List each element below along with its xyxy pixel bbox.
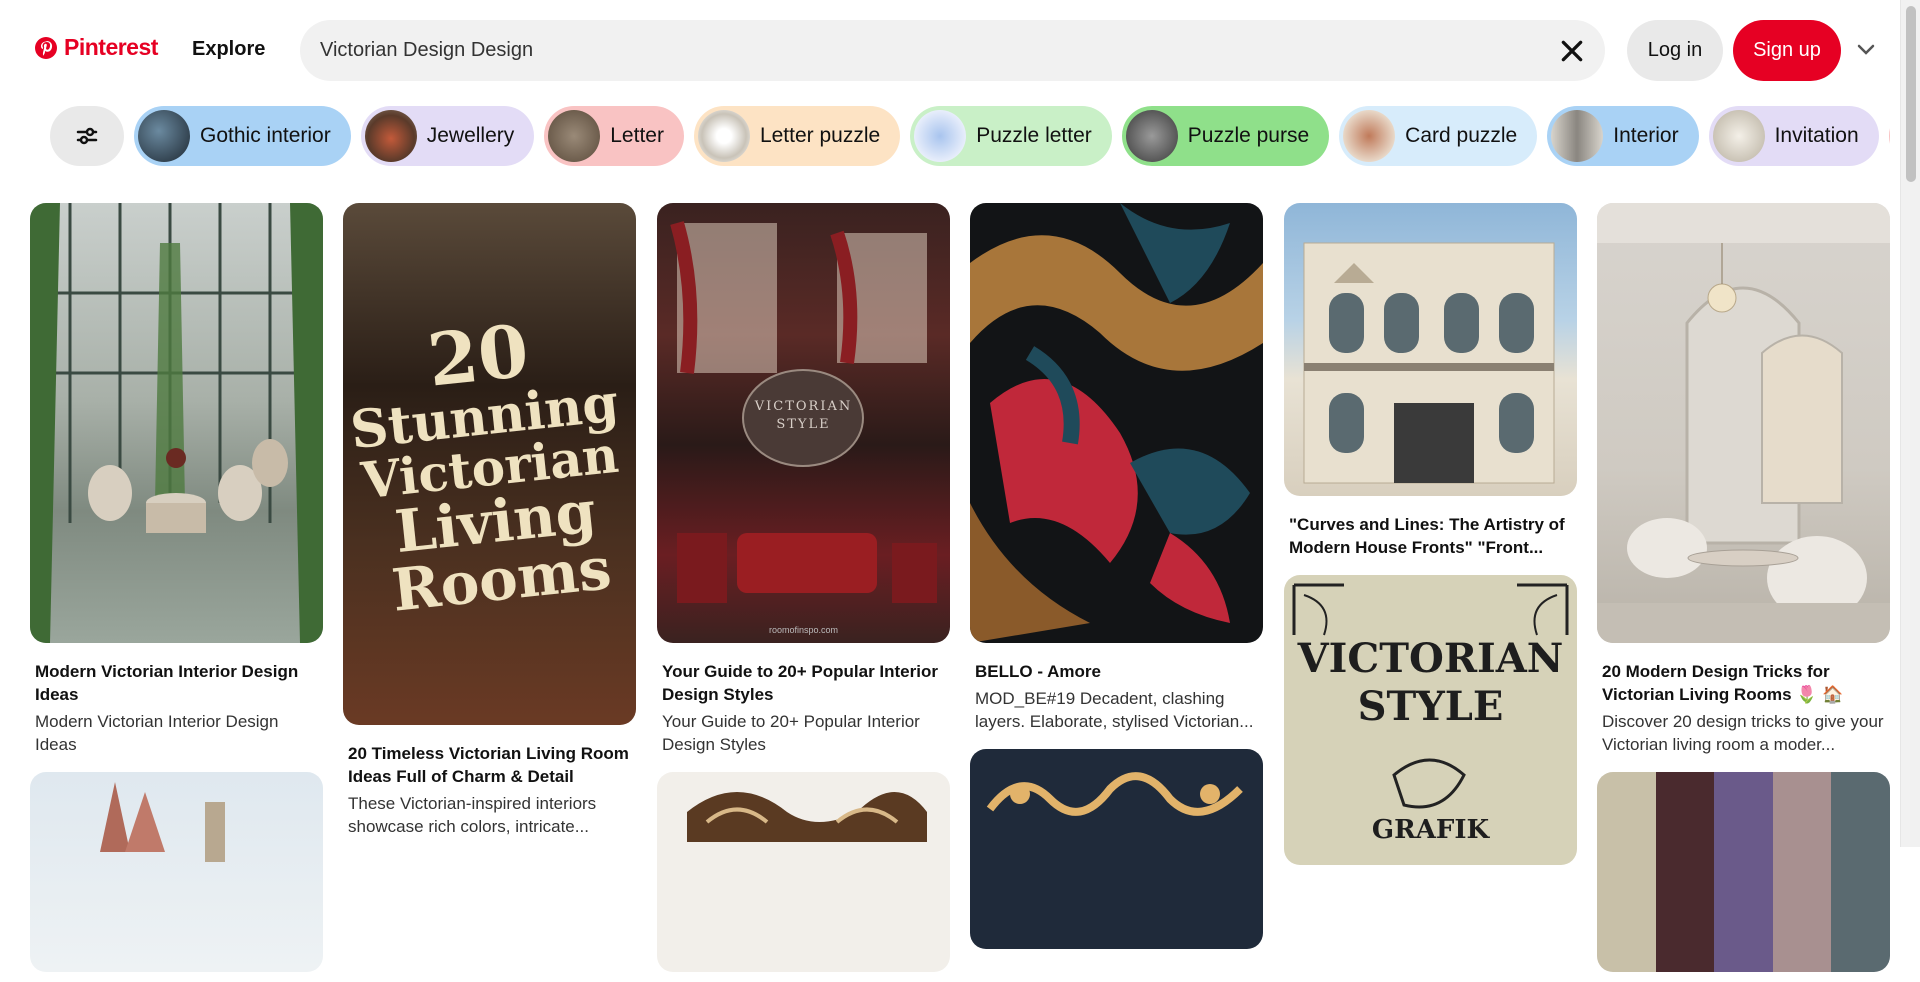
chevron-down-icon[interactable] xyxy=(1856,42,1876,58)
chip-letter-puzzle[interactable]: Letter puzzle xyxy=(693,106,901,166)
page-scrollbar[interactable] xyxy=(1900,0,1920,847)
pin-description: Your Guide to 20+ Popular Interior Desig… xyxy=(662,712,920,754)
chip-label: Interior xyxy=(1613,124,1679,147)
pin-image-text: STYLE xyxy=(776,417,831,432)
pin-column: "Curves and Lines: The Artistry of Moder… xyxy=(1284,203,1577,875)
chip-thumbnail xyxy=(364,110,417,162)
pin-card[interactable]: 20 Stunning Victorian Living Rooms 20 Ti… xyxy=(343,203,636,838)
pin-card[interactable] xyxy=(30,772,323,972)
chip-thumbnail xyxy=(1712,110,1765,162)
pin-card[interactable] xyxy=(657,772,950,972)
explore-link[interactable]: Explore xyxy=(192,38,265,61)
pin-image-text: STYLE xyxy=(1357,683,1504,730)
pin-title[interactable]: 20 Timeless Victorian Living Room Ideas … xyxy=(348,742,631,788)
chip-thumbnail xyxy=(1125,110,1178,162)
pin-card[interactable]: Modern Victorian Interior Design Ideas M… xyxy=(30,203,323,756)
chip-thumbnail xyxy=(1551,110,1604,162)
pin-image[interactable]: 20 Stunning Victorian Living Rooms xyxy=(343,203,636,725)
pin-image-text: VICTORIAN xyxy=(754,399,853,414)
chip-thumbnail xyxy=(697,110,750,162)
filter-button[interactable] xyxy=(50,106,124,166)
pin-image[interactable] xyxy=(30,203,323,643)
pin-description: MOD_BE#19 Decadent, clashing layers. Ela… xyxy=(975,689,1254,731)
pin-card[interactable]: 20 Modern Design Tricks for Victorian Li… xyxy=(1597,203,1890,756)
pin-image[interactable]: VICTORIAN STYLE GRAFIK xyxy=(1284,575,1577,865)
pin-image[interactable]: VICTORIAN STYLE roomofinspo.com xyxy=(657,203,950,643)
chip-jewellery[interactable]: Jewellery xyxy=(360,106,535,166)
pin-column: 20 Stunning Victorian Living Rooms 20 Ti… xyxy=(343,203,636,848)
chip-label: Jewellery xyxy=(426,124,515,147)
pin-title[interactable]: 20 Modern Design Tricks for Victorian Li… xyxy=(1602,660,1885,706)
pin-description: Discover 20 design tricks to give your V… xyxy=(1602,712,1884,754)
pin-title[interactable]: Your Guide to 20+ Popular Interior Desig… xyxy=(662,660,945,706)
chip-invitation[interactable]: Invitation xyxy=(1708,106,1879,166)
color-swatch xyxy=(1655,772,1715,972)
pin-title[interactable]: "Curves and Lines: The Artistry of Moder… xyxy=(1289,513,1572,559)
chip-label: Letter xyxy=(610,124,664,147)
chip-gothic-interior[interactable]: Gothic interior xyxy=(134,106,351,166)
chip-label: Card puzzle xyxy=(1405,124,1518,147)
pin-card[interactable]: BELLO - Amore MOD_BE#19 Decadent, clashi… xyxy=(970,203,1263,733)
chip-thumbnail xyxy=(1343,110,1396,162)
pin-title[interactable]: Modern Victorian Interior Design Ideas xyxy=(35,660,318,706)
color-swatch xyxy=(1831,772,1890,972)
pin-title[interactable]: BELLO - Amore xyxy=(975,660,1258,683)
chip-label: Puzzle letter xyxy=(976,124,1092,147)
color-swatch xyxy=(1597,772,1656,972)
pin-description: These Victorian-inspired interiors showc… xyxy=(348,794,597,836)
color-swatch xyxy=(1714,772,1773,972)
pin-card[interactable]: VICTORIAN STYLE roomofinspo.com Your Gui… xyxy=(657,203,950,756)
pin-column: VICTORIAN STYLE roomofinspo.com Your Gui… xyxy=(657,203,950,982)
login-button[interactable]: Log in xyxy=(1627,20,1723,81)
close-icon[interactable] xyxy=(1559,38,1585,64)
pin-image[interactable] xyxy=(1284,203,1577,496)
search-input[interactable] xyxy=(320,39,1520,62)
chip-label: Gothic interior xyxy=(200,124,331,147)
pin-card[interactable] xyxy=(1597,772,1890,972)
pin-card[interactable]: "Curves and Lines: The Artistry of Moder… xyxy=(1284,203,1577,559)
pin-image-text: VICTORIAN xyxy=(1297,635,1564,682)
chip-thumbnail xyxy=(548,110,601,162)
related-searches-bar: Gothic interior Jewellery Letter Letter … xyxy=(50,106,1890,166)
pin-description: Modern Victorian Interior Design Ideas xyxy=(35,712,279,754)
pinterest-icon xyxy=(35,36,57,59)
chip-label: Puzzle purse xyxy=(1187,124,1310,147)
chip-letter[interactable]: Letter xyxy=(544,106,684,166)
pin-image-credit: roomofinspo.com xyxy=(768,625,839,635)
pin-column: Modern Victorian Interior Design Ideas M… xyxy=(30,203,323,982)
pin-column: BELLO - Amore MOD_BE#19 Decadent, clashi… xyxy=(970,203,1263,959)
pin-column: 20 Modern Design Tricks for Victorian Li… xyxy=(1597,203,1890,982)
chip-puzzle-purse[interactable]: Puzzle purse xyxy=(1121,106,1330,166)
chip-partial[interactable] xyxy=(1888,106,1890,166)
chip-thumbnail xyxy=(138,110,190,162)
pin-card[interactable]: VICTORIAN STYLE GRAFIK xyxy=(1284,575,1577,865)
pin-image[interactable] xyxy=(30,772,323,972)
chip-label: Invitation xyxy=(1774,124,1859,147)
chip-puzzle-letter[interactable]: Puzzle letter xyxy=(910,106,1112,166)
filter-icon xyxy=(76,127,98,145)
pin-card[interactable] xyxy=(970,749,1263,949)
signup-button[interactable]: Sign up xyxy=(1733,20,1841,81)
scrollbar-thumb[interactable] xyxy=(1906,6,1916,182)
pin-image[interactable] xyxy=(970,203,1263,643)
chip-label: Letter puzzle xyxy=(759,124,881,147)
pin-image[interactable] xyxy=(970,749,1263,949)
pin-image[interactable] xyxy=(1597,203,1890,643)
search-bar xyxy=(300,20,1605,81)
pinterest-logo[interactable]: Pinterest xyxy=(34,34,158,61)
pin-image[interactable] xyxy=(657,772,950,972)
chip-card-puzzle[interactable]: Card puzzle xyxy=(1339,106,1538,166)
logo-text: Pinterest xyxy=(64,34,158,60)
color-swatch xyxy=(1772,772,1832,972)
pin-image[interactable] xyxy=(1597,772,1890,972)
chip-interior[interactable]: Interior xyxy=(1547,106,1699,166)
pin-image-text: GRAFIK xyxy=(1371,815,1490,845)
top-header: Pinterest Explore Log in Sign up xyxy=(0,0,1900,100)
chip-thumbnail xyxy=(914,110,967,162)
